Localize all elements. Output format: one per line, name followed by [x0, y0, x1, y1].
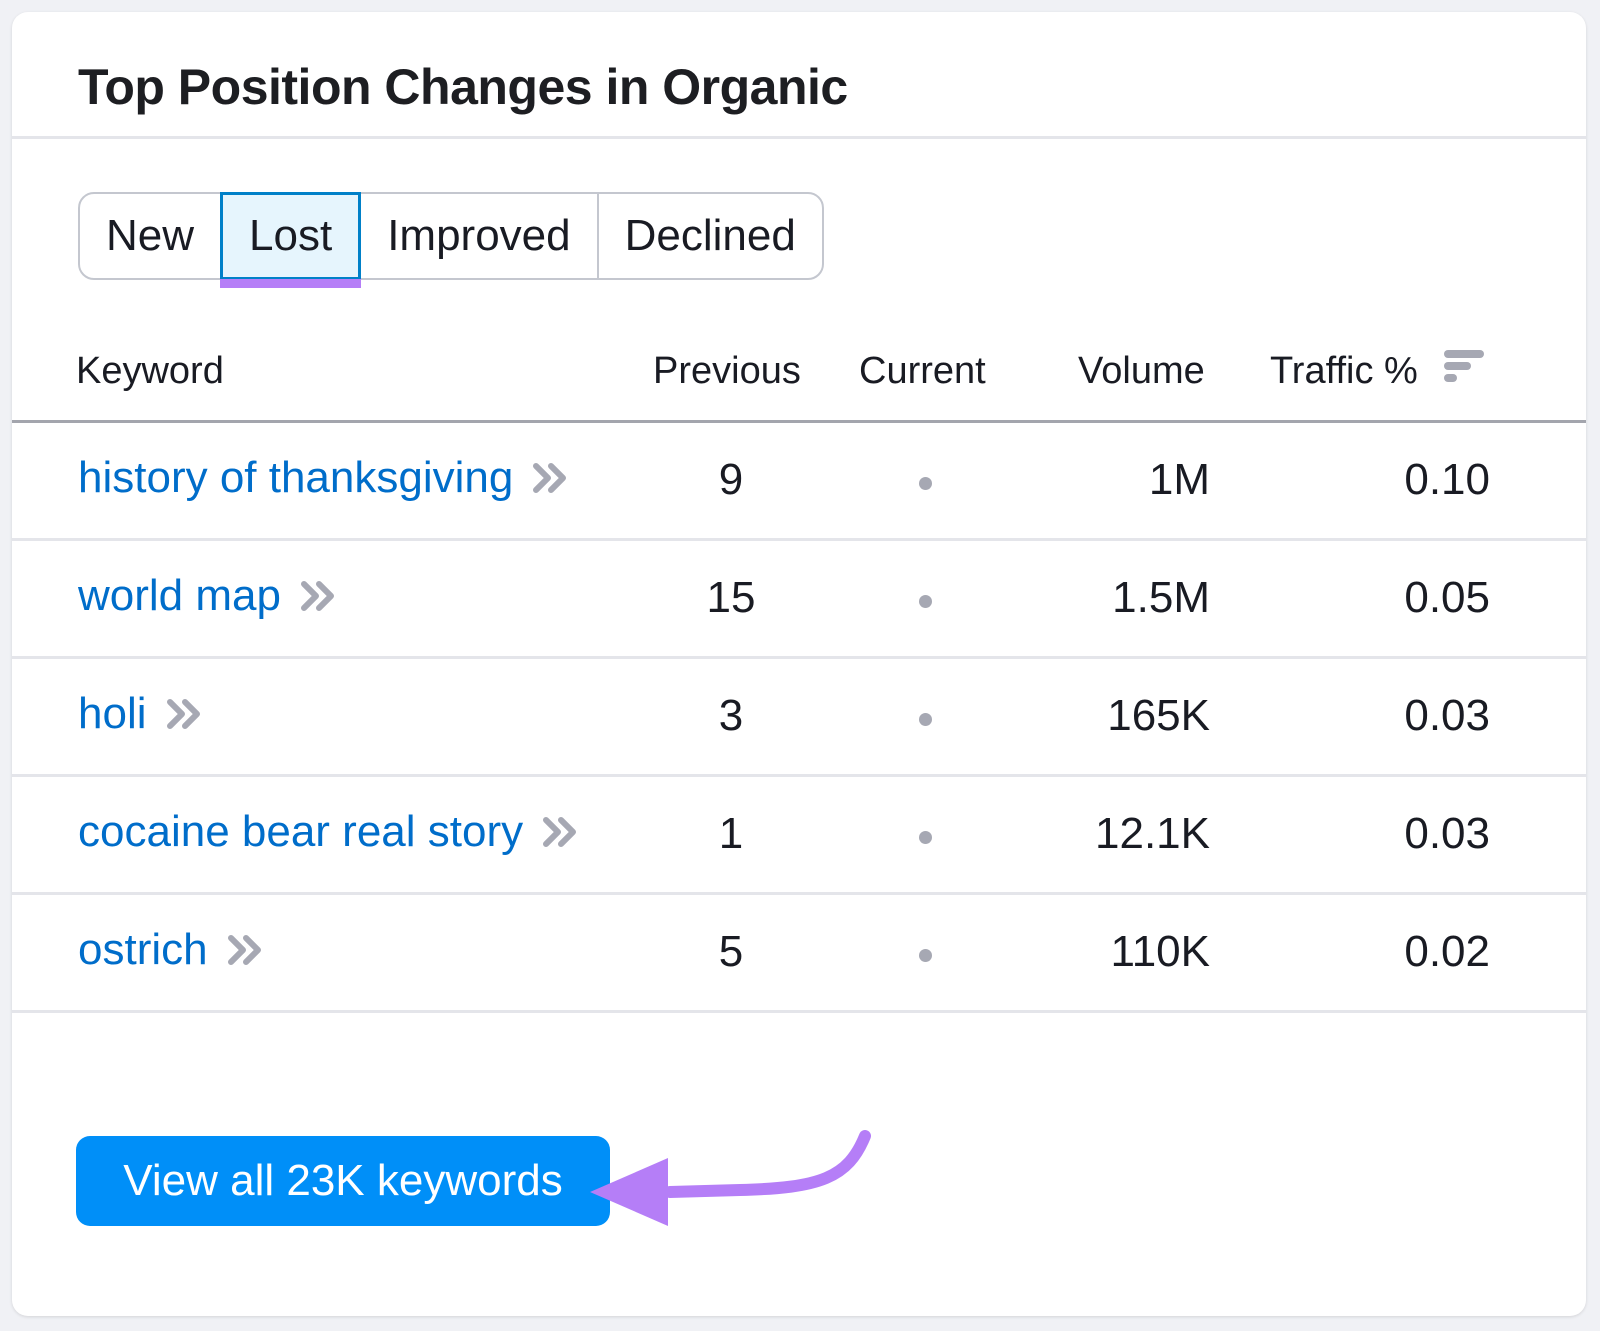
tab-lost-label: Lost	[249, 211, 333, 260]
keyword-text: cocaine bear real story	[78, 807, 524, 856]
top-position-changes-widget: Top Position Changes in Organic New Lost…	[12, 12, 1586, 1316]
double-chevron-right-icon[interactable]	[165, 696, 205, 732]
tab-group: New Lost Improved Declined	[78, 192, 824, 288]
keyword-link[interactable]: history of thanksgiving	[78, 453, 571, 503]
keyword-link[interactable]: ostrich	[78, 925, 266, 975]
column-header-current: Current	[859, 350, 986, 392]
keyword-link[interactable]: world map	[78, 571, 339, 621]
table-row: history of thanksgiving 9 1M 0.10	[12, 423, 1586, 541]
traffic-percent: 0.03	[1404, 691, 1490, 740]
traffic-percent: 0.03	[1404, 809, 1490, 858]
table-header: Keyword Previous Current Volume Traffic …	[12, 342, 1586, 422]
view-all-keywords-button[interactable]: View all 23K keywords	[76, 1136, 610, 1226]
double-chevron-right-icon[interactable]	[531, 460, 571, 496]
search-volume: 1M	[1148, 455, 1210, 504]
table-row: world map 15 1.5M 0.05	[12, 541, 1586, 659]
column-header-previous: Previous	[653, 350, 801, 392]
previous-position: 1	[718, 809, 744, 858]
search-volume: 110K	[1110, 927, 1211, 976]
search-volume: 165K	[1107, 691, 1210, 740]
double-chevron-right-icon[interactable]	[299, 578, 339, 614]
double-chevron-right-icon[interactable]	[226, 932, 266, 968]
tab-declined[interactable]: Declined	[596, 194, 822, 278]
widget-title: Top Position Changes in Organic	[78, 59, 848, 115]
keyword-text: history of thanksgiving	[78, 453, 514, 502]
keyword-link[interactable]: cocaine bear real story	[78, 807, 581, 857]
column-header-traffic[interactable]: Traffic %	[1270, 350, 1418, 393]
keyword-text: holi	[78, 689, 147, 738]
current-position-empty-dot	[919, 713, 932, 726]
tab-new[interactable]: New	[80, 194, 220, 278]
previous-position: 9	[718, 455, 744, 504]
table-row: holi 3 165K 0.03	[12, 659, 1586, 777]
title-divider	[12, 136, 1586, 139]
column-header-keyword: Keyword	[76, 350, 224, 392]
column-header-volume: Volume	[1078, 350, 1205, 392]
sort-descending-icon[interactable]	[1444, 346, 1486, 382]
traffic-percent: 0.02	[1404, 927, 1490, 976]
double-chevron-right-icon[interactable]	[541, 814, 581, 850]
annotation-arrow-icon	[590, 1130, 871, 1226]
current-position-empty-dot	[919, 949, 932, 962]
previous-position: 15	[706, 573, 756, 622]
traffic-percent: 0.05	[1404, 573, 1490, 622]
table-row: ostrich 5 110K 0.02	[12, 895, 1586, 1013]
annotation-underline	[220, 279, 362, 288]
current-position-empty-dot	[919, 595, 932, 608]
tab-improved[interactable]: Improved	[361, 194, 596, 278]
current-position-empty-dot	[919, 477, 932, 490]
table-row: cocaine bear real story 1 12.1K 0.03	[12, 777, 1586, 895]
traffic-percent: 0.10	[1404, 455, 1490, 504]
search-volume: 12.1K	[1095, 809, 1210, 858]
current-position-empty-dot	[919, 831, 932, 844]
previous-position: 5	[718, 927, 744, 976]
tab-lost[interactable]: Lost	[220, 192, 362, 288]
search-volume: 1.5M	[1112, 573, 1210, 622]
previous-position: 3	[718, 691, 744, 740]
keyword-text: world map	[78, 571, 281, 620]
keyword-text: ostrich	[78, 925, 208, 974]
keyword-link[interactable]: holi	[78, 689, 205, 739]
